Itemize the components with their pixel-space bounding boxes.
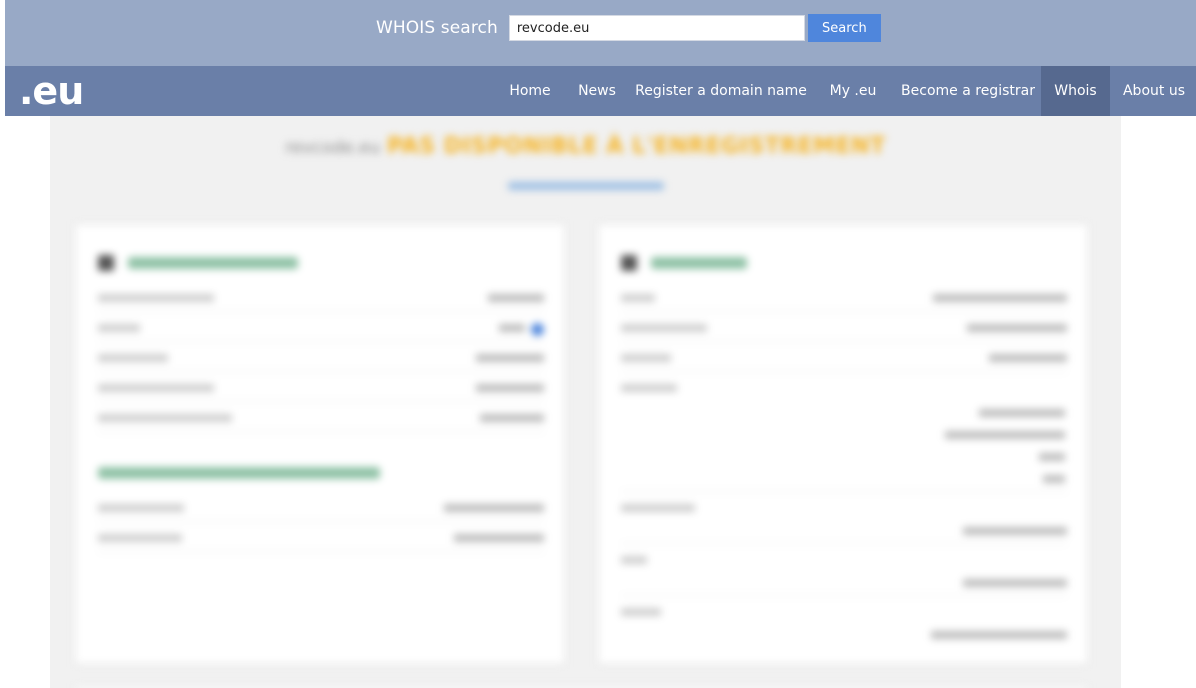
address-line (1043, 473, 1065, 486)
whois-row (98, 409, 544, 432)
address-line (979, 407, 1065, 420)
status-help-link[interactable] (50, 180, 1121, 193)
registrant-heading (621, 255, 747, 271)
address-line (945, 429, 1065, 442)
search-button[interactable]: Search (807, 14, 881, 42)
registrar-row (98, 529, 544, 552)
nav-item-whois[interactable]: Whois (1041, 66, 1110, 116)
nav-item-home[interactable]: Home (501, 66, 559, 116)
nav-item-become-registrar[interactable]: Become a registrar (895, 66, 1041, 116)
registrant-row (621, 319, 1067, 342)
nav-item-my-eu[interactable]: My .eu (820, 66, 886, 116)
whois-data-panel (75, 224, 565, 664)
nav-item-about-us[interactable]: About us (1114, 66, 1194, 116)
registrant-fax-row (621, 551, 1067, 596)
search-input[interactable] (508, 15, 805, 41)
whois-row (98, 379, 544, 402)
info-icon[interactable] (531, 322, 544, 336)
result-domain: revcode.eu (285, 138, 381, 158)
nav-item-register[interactable]: Register a domain name (632, 66, 810, 116)
whois-row (98, 289, 544, 312)
registrant-row (621, 289, 1067, 312)
nav-item-news[interactable]: News (569, 66, 625, 116)
availability-label: PAS DISPONIBLE À L'ENREGISTREMENT (386, 134, 886, 159)
registrar-heading (98, 467, 380, 479)
registrant-phone-row (621, 499, 1067, 544)
registrant-email-row (621, 603, 1067, 647)
availability-status: revcode.eu PAS DISPONIBLE À L'ENREGISTRE… (50, 134, 1121, 159)
address-line (1039, 451, 1065, 464)
search-form: WHOIS search Search (376, 14, 881, 42)
registrant-row (621, 349, 1067, 372)
person-icon (621, 255, 637, 271)
search-label: WHOIS search (376, 18, 498, 38)
eu-logo[interactable]: .eu (19, 69, 84, 113)
registrant-panel (598, 224, 1088, 664)
whois-data-heading (98, 255, 298, 271)
whois-search-bar: WHOIS search Search (5, 0, 1196, 66)
registrar-row (98, 499, 544, 522)
server-icon (98, 255, 114, 271)
whois-row (98, 349, 544, 372)
whois-row-status (98, 319, 544, 342)
whois-result-area: revcode.eu PAS DISPONIBLE À L'ENREGISTRE… (50, 116, 1121, 688)
main-navigation: .eu Home News Register a domain name My … (5, 66, 1196, 116)
